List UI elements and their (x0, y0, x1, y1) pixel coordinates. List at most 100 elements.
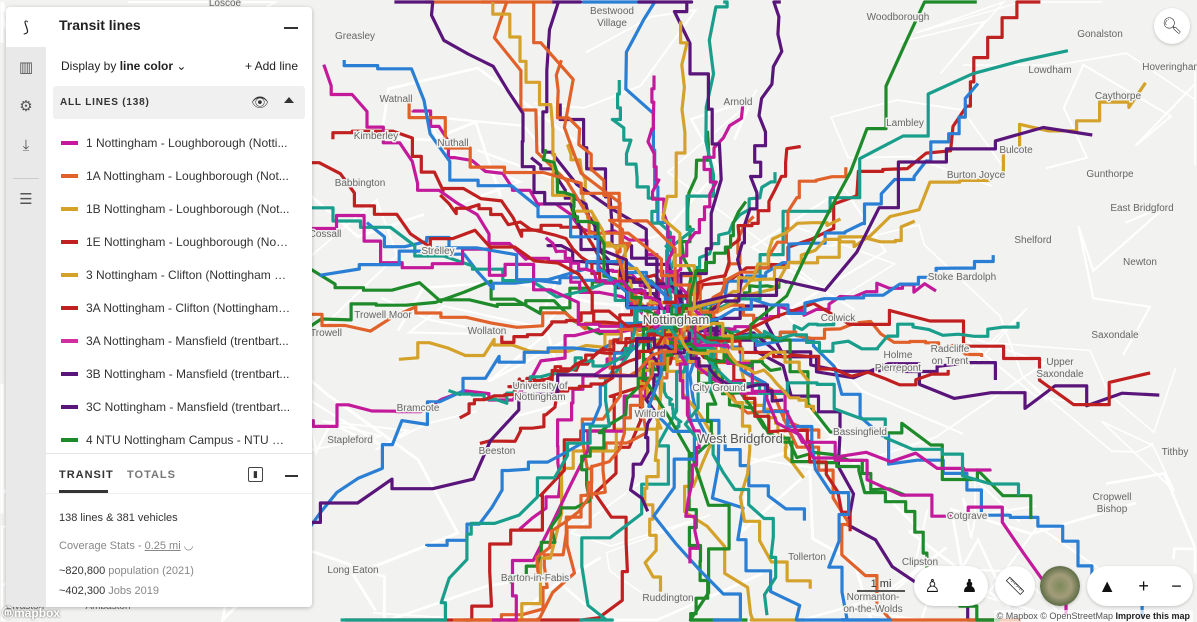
map-attribution: © Mapbox © OpenStreetMap Improve this ma… (993, 610, 1193, 622)
jobs-value: ~402,300 (59, 585, 106, 597)
measure-button[interactable]: 📏︎ (995, 566, 1035, 606)
place-label: Nottingham (643, 312, 709, 327)
place-label: on Trent (932, 356, 969, 367)
transit-lines-panel: ⟆ ▥ ⚙ ⤓ ☰ Transit lines Display by line … (6, 7, 312, 607)
tab-transit[interactable]: TRANSIT (59, 469, 114, 481)
place-label: Upper (1046, 357, 1074, 368)
minimize-stats-button[interactable] (285, 475, 298, 477)
place-label: Shelford (1014, 235, 1051, 246)
coverage-label: Coverage Stats - (59, 540, 145, 552)
place-label: Radcliffe (931, 344, 970, 355)
zoom-in-button[interactable]: + (1138, 576, 1149, 597)
eye-icon[interactable]: 👁 (251, 94, 269, 111)
logo-text: mapbox (14, 606, 61, 620)
place-label: Trowell (310, 328, 342, 339)
line-label: 3B Nottingham - Mansfield (trentbart... (86, 366, 290, 381)
stats-panel: TRANSIT TOTALS ▮ 138 lines & 381 vehicle… (46, 453, 312, 607)
transit-route[interactable] (340, 309, 652, 622)
place-label: Woodborough (867, 12, 930, 23)
satellite-toggle[interactable] (1040, 566, 1080, 606)
line-label: 1B Nottingham - Loughborough (Not... (86, 201, 290, 216)
loading-icon: ◡ (183, 540, 194, 552)
road (296, 410, 477, 454)
line-item[interactable]: 1 Nottingham - Loughborough (Notti... (53, 126, 305, 159)
mapbox-logo[interactable]: ⓜmapbox (2, 604, 60, 621)
search-button[interactable]: 🔍︎ (1154, 8, 1190, 44)
bar-chart-icon[interactable]: ▥ (6, 47, 46, 87)
download-icon[interactable]: ⤓ (6, 125, 46, 165)
line-color-swatch (61, 173, 78, 178)
place-label: Gonalston (1077, 29, 1123, 40)
place-label: Cossall (309, 229, 342, 240)
line-item[interactable]: 1E Nottingham - Loughborough (Nott... (53, 225, 305, 258)
line-color-swatch (61, 140, 78, 145)
place-label: Colwick (821, 313, 856, 324)
place-label: Saxondale (1036, 369, 1084, 380)
place-label: Cotgrave (947, 511, 988, 522)
add-line-button[interactable]: + Add line (245, 59, 298, 73)
list-align-icon[interactable]: ☰ (6, 179, 46, 219)
all-lines-header[interactable]: ALL LINES (138) 👁 (53, 86, 305, 119)
pegman-icon[interactable]: ♟ (961, 576, 977, 597)
place-label: Nuthall (437, 138, 468, 149)
line-item[interactable]: 3C Nottingham - Mansfield (trentbart... (53, 390, 305, 423)
line-item[interactable]: 3 Nottingham - Clifton (Nottingham C... (53, 258, 305, 291)
line-item[interactable]: 3B Nottingham - Mansfield (trentbart... (53, 357, 305, 390)
place-label: Greasley (335, 31, 375, 42)
chevron-down-icon: ⌄ (176, 59, 187, 73)
line-item[interactable]: 1A Nottingham - Loughborough (Not... (53, 159, 305, 192)
place-label: Village (597, 18, 627, 29)
transit-route[interactable] (266, 336, 656, 588)
line-color-swatch (61, 371, 78, 376)
attribution-text[interactable]: © Mapbox © OpenStreetMap (997, 611, 1116, 621)
tab-totals[interactable]: TOTALS (127, 469, 176, 481)
place-label: Holme (884, 350, 913, 361)
place-label: Babbington (335, 178, 386, 189)
improve-map-link[interactable]: Improve this map (1115, 611, 1190, 621)
line-label: 4 NTU Nottingham Campus - NTU Cli... (86, 432, 291, 447)
street-view-controls: ♙ ♟ (914, 566, 988, 606)
collapse-panel-button[interactable] (284, 27, 298, 29)
lines-vehicles-summary: 138 lines & 381 vehicles (59, 512, 178, 524)
place-label: Long Eaton (327, 565, 378, 576)
line-label: 1 Nottingham - Loughborough (Notti... (86, 135, 288, 150)
place-label: Lowdham (1028, 65, 1071, 76)
line-color-swatch (61, 239, 78, 244)
place-label: Hoveringham (1142, 62, 1197, 73)
line-color-swatch (61, 206, 78, 211)
zoom-out-button[interactable]: − (1171, 576, 1182, 597)
place-label: East Bridgford (1110, 203, 1173, 214)
line-label: 1E Nottingham - Loughborough (Nott... (86, 234, 291, 249)
pegman-drop-icon[interactable]: ♙ (924, 576, 940, 597)
place-label: Newton (1123, 257, 1157, 268)
gear-icon[interactable]: ⚙ (6, 86, 46, 126)
line-item[interactable]: 1B Nottingham - Loughborough (Not... (53, 192, 305, 225)
line-item[interactable]: 4 NTU Nottingham Campus - NTU Cli... (53, 423, 305, 456)
place-label: Normanton- (847, 592, 900, 603)
place-label: Bishop (1097, 504, 1128, 515)
place-label: Tollerton (788, 552, 826, 563)
place-label: Tithby (1162, 447, 1189, 458)
all-lines-label: ALL LINES (138) (60, 97, 150, 108)
line-item[interactable]: 3A Nottingham - Mansfield (trentbart... (53, 324, 305, 357)
place-label: Lambley (886, 118, 924, 129)
place-label: on-the-Wolds (843, 604, 902, 615)
place-label: Bramcote (397, 403, 440, 414)
chart-icon[interactable]: ▮ (248, 467, 263, 482)
line-item[interactable]: 3A Nottingham - Clifton (Nottingham ... (53, 291, 305, 324)
place-label: Saxondale (1091, 330, 1139, 341)
place-label: Barton-in-Fabis (501, 573, 569, 584)
display-mode-dropdown[interactable]: Display by line color ⌄ (61, 59, 186, 73)
jobs-stat: ~402,300 Jobs 2019 (59, 585, 159, 597)
compass-north-icon[interactable]: ▲ (1098, 576, 1116, 597)
line-label: 1A Nottingham - Loughborough (Not... (86, 168, 289, 183)
place-label: Trowell Moor (354, 310, 412, 321)
coverage-radius[interactable]: 0.25 mi (145, 540, 181, 552)
place-label: University of (512, 381, 567, 392)
place-label: Cropwell (1093, 492, 1132, 503)
place-label: Bassingfield (833, 427, 887, 438)
panel-rail: ⟆ ▥ ⚙ ⤓ ☰ (6, 7, 46, 607)
route-icon[interactable]: ⟆ (6, 7, 46, 47)
caret-up-icon[interactable] (284, 97, 294, 103)
place-label: Burton Joyce (947, 170, 1006, 181)
